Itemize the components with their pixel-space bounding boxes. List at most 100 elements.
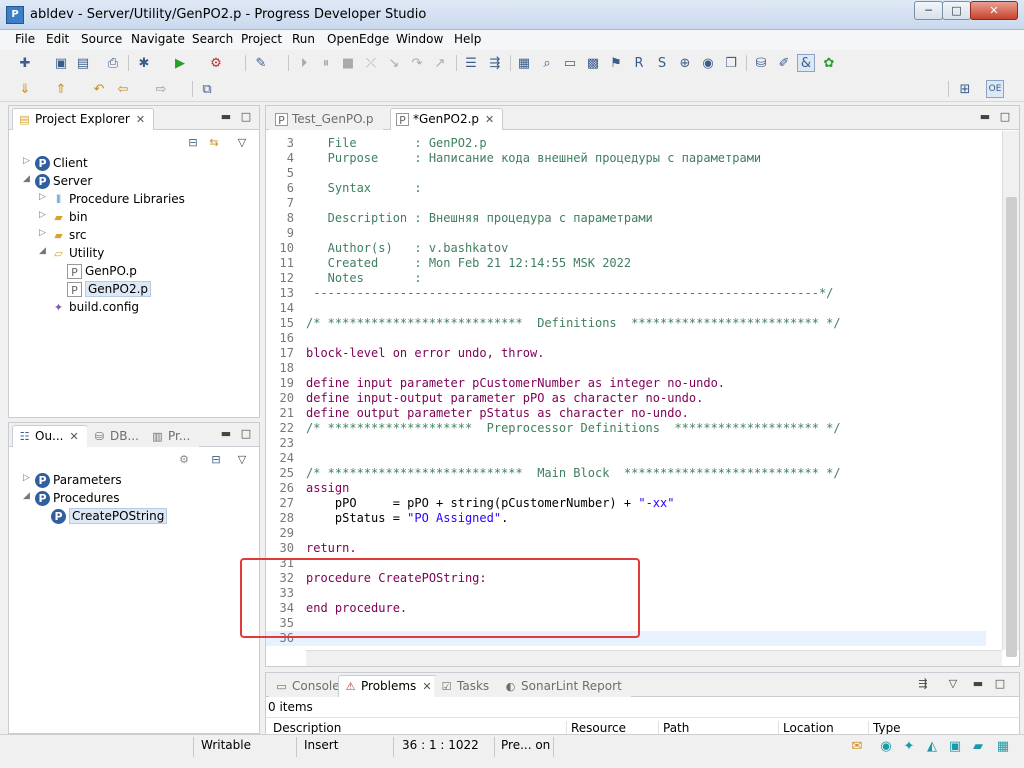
code-line[interactable]: 29 xyxy=(266,526,986,541)
tab-tasks[interactable]: ☑ Tasks xyxy=(434,675,499,697)
last-edit-icon[interactable]: ↶ xyxy=(90,80,108,98)
code-line[interactable]: 3 File : GenPO2.p xyxy=(266,136,986,151)
find-icon[interactable]: ⌕ xyxy=(538,54,556,72)
menu-source[interactable]: Source xyxy=(81,32,122,46)
view-menu-icon[interactable]: ▽ xyxy=(235,136,249,150)
code-line[interactable]: 25 /* *************************** Main Bl… xyxy=(266,466,986,481)
save-all-icon[interactable]: ▤ xyxy=(74,54,92,72)
db-icon[interactable]: R xyxy=(630,54,648,72)
ruler-icon[interactable]: ◭ xyxy=(923,737,941,755)
close-icon[interactable]: ✕ xyxy=(136,113,145,126)
previous-annotation-icon[interactable]: ⇑ xyxy=(52,80,70,98)
code-line[interactable]: 14 xyxy=(266,301,986,316)
menu-window[interactable]: Window xyxy=(396,32,443,46)
close-icon[interactable]: ✕ xyxy=(422,680,431,693)
maximize-icon[interactable]: □ xyxy=(998,110,1012,124)
code-line[interactable]: 27 pPO = pPO + string(pCustomerNumber) +… xyxy=(266,496,986,511)
code-line[interactable]: 21 define output parameter pStatus as cha… xyxy=(266,406,986,421)
minimize-button[interactable]: ─ xyxy=(914,1,943,20)
collapse-all-icon[interactable]: ⊟ xyxy=(209,453,223,467)
menu-openedge[interactable]: OpenEdge xyxy=(327,32,389,46)
maximize-icon[interactable]: □ xyxy=(239,110,253,124)
report-icon[interactable]: ⚑ xyxy=(607,54,625,72)
grid-icon[interactable]: ▩ xyxy=(584,54,602,72)
maximize-button[interactable]: □ xyxy=(942,1,971,20)
view-menu-icon[interactable]: ▽ xyxy=(946,677,960,691)
tab-problems[interactable]: ⚠ Problems ✕ xyxy=(338,675,441,697)
code-line[interactable]: 18 xyxy=(266,361,986,376)
tab-sonarlint-report[interactable]: ◐ SonarLint Report xyxy=(498,675,631,697)
menu-search[interactable]: Search xyxy=(192,32,233,46)
new-icon[interactable]: ✚ xyxy=(16,54,34,72)
scrollbar-thumb[interactable] xyxy=(1006,197,1017,657)
collapse-icon[interactable]: ◢ xyxy=(23,174,33,184)
horizontal-scrollbar[interactable] xyxy=(306,650,1002,666)
code-line[interactable]: 16 xyxy=(266,331,986,346)
sort-icon[interactable]: ⚙ xyxy=(177,453,191,467)
expand-icon[interactable]: ▷ xyxy=(39,228,49,238)
list-icon[interactable]: ☰ xyxy=(462,54,480,72)
tab-properties[interactable]: ▥ Pr... xyxy=(145,425,200,447)
code-line[interactable]: 7 xyxy=(266,196,986,211)
status-background-task[interactable]: Pre... on xyxy=(501,738,550,752)
resume-icon[interactable]: ⏵ xyxy=(295,54,313,72)
code-line[interactable]: 30 return. xyxy=(266,541,986,556)
code-line[interactable]: 20 define input-output parameter pPO as c… xyxy=(266,391,986,406)
disconnect-icon[interactable]: ⤫ xyxy=(362,54,380,72)
sql-icon[interactable]: S xyxy=(653,54,671,72)
tab-genpo2[interactable]: P *GenPO2.p ✕ xyxy=(390,108,504,130)
link-with-editor-icon[interactable]: ⇆ xyxy=(207,136,221,150)
collapse-all-icon[interactable]: ⊟ xyxy=(186,136,200,150)
expand-icon[interactable]: ▷ xyxy=(23,473,33,483)
step-over-icon[interactable]: ↷ xyxy=(408,54,426,72)
expand-icon[interactable]: ▷ xyxy=(39,210,49,220)
compile-icon[interactable]: ⇶ xyxy=(486,54,504,72)
step-into-icon[interactable]: ↘ xyxy=(385,54,403,72)
code-line[interactable]: 5 xyxy=(266,166,986,181)
zoom-icon[interactable]: ⊕ xyxy=(676,54,694,72)
minimize-icon[interactable]: ▬ xyxy=(971,677,985,691)
terminate-icon[interactable]: ■ xyxy=(339,54,357,72)
database-icon[interactable]: ⛁ xyxy=(752,54,770,72)
close-icon[interactable]: ✕ xyxy=(485,113,494,126)
maximize-icon[interactable]: □ xyxy=(993,677,1007,691)
save-icon[interactable]: ▣ xyxy=(52,54,70,72)
copy-icon[interactable]: ❐ xyxy=(722,54,740,72)
terminal-icon[interactable]: ▭ xyxy=(561,54,579,72)
ampersand-icon[interactable]: & xyxy=(797,54,815,72)
code-line[interactable]: 13 -------------------------------------… xyxy=(266,286,986,301)
eye-icon[interactable]: ◉ xyxy=(877,737,895,755)
collapse-icon[interactable]: ◢ xyxy=(39,246,49,256)
code-line[interactable]: 26 assign xyxy=(266,481,986,496)
next-annotation-icon[interactable]: ⇓ xyxy=(16,80,34,98)
expand-icon[interactable]: ▷ xyxy=(39,192,49,202)
menu-file[interactable]: File xyxy=(15,32,35,46)
tab-test-genpo[interactable]: P Test_GenPO.p xyxy=(269,108,383,130)
tab-db-structure[interactable]: ⛁ DB... xyxy=(87,425,148,447)
configure-contents-icon[interactable]: ⇶ xyxy=(916,677,930,691)
code-line[interactable]: 19 define input parameter pCustomerNumber… xyxy=(266,376,986,391)
globe-icon[interactable]: ◉ xyxy=(699,54,717,72)
menu-edit[interactable]: Edit xyxy=(46,32,69,46)
menu-help[interactable]: Help xyxy=(454,32,481,46)
perspective-icon[interactable]: ⊞ xyxy=(956,80,974,98)
print-icon[interactable]: ⎙ xyxy=(104,54,122,72)
external-tools-icon[interactable]: ⚙ xyxy=(207,54,225,72)
grid-status-icon[interactable]: ▦ xyxy=(994,737,1012,755)
code-line[interactable]: 15 /* *************************** Definit… xyxy=(266,316,986,331)
menu-navigate[interactable]: Navigate xyxy=(131,32,185,46)
menu-project[interactable]: Project xyxy=(241,32,282,46)
close-button[interactable]: ✕ xyxy=(970,1,1018,20)
pen-icon[interactable]: ✐ xyxy=(775,54,793,72)
vertical-scrollbar[interactable] xyxy=(1002,131,1019,657)
code-line[interactable]: 4 Purpose : Написание кода внешней проце… xyxy=(266,151,986,166)
expand-icon[interactable]: ▷ xyxy=(23,156,33,166)
forward-icon[interactable]: ⇨ xyxy=(152,80,170,98)
minimize-icon[interactable]: ▬ xyxy=(219,427,233,441)
oe-perspective-icon[interactable]: OE xyxy=(986,80,1004,98)
minimize-icon[interactable]: ▬ xyxy=(219,110,233,124)
close-icon[interactable]: ✕ xyxy=(70,430,79,443)
suspend-icon[interactable]: ⏸ xyxy=(317,54,335,72)
run-icon[interactable]: ▶ xyxy=(171,54,189,72)
code-line[interactable]: 11 Created : Mon Feb 21 12:14:55 MSK 202… xyxy=(266,256,986,271)
